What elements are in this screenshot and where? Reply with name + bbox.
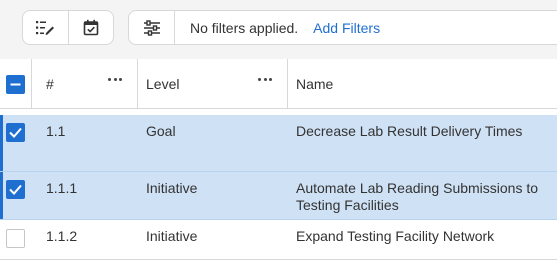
view-button-group [22,10,114,45]
row-checkbox[interactable] [6,180,25,199]
checkmark-icon [9,127,22,138]
column-header-level: Level [146,76,180,92]
table-row[interactable]: 1.1.2 Initiative Expand Testing Facility… [0,220,557,260]
row-name[interactable]: Automate Lab Reading Submissions to [296,180,538,197]
data-table: # Level Name 1.1 Goal Decrease Lab Resul… [0,59,557,260]
filter-button[interactable] [129,11,175,44]
row-name[interactable]: Decrease Lab Result Delivery Times [296,123,522,140]
row-name-continued[interactable]: Testing Facilities [296,197,399,214]
table-header: # Level Name [0,59,557,109]
table-row[interactable]: 1.1 Goal Decrease Lab Result Delivery Ti… [0,115,557,172]
number-column-menu-icon[interactable] [108,78,122,82]
indeterminate-icon [10,83,21,86]
column-divider[interactable] [287,59,288,109]
edit-list-button[interactable] [23,11,68,44]
row-checkbox[interactable] [6,123,25,142]
row-level: Initiative [146,228,198,244]
row-checkbox[interactable] [6,229,25,248]
filter-status-text: No filters applied. [190,19,299,36]
edit-list-icon [36,20,55,35]
row-level: Initiative [146,180,198,196]
row-number: 1.1.2 [46,228,78,244]
row-name[interactable]: Expand Testing Facility Network [296,228,494,245]
toolbar: No filters applied. Add Filters [0,0,557,59]
checkmark-icon [9,184,22,195]
row-level: Goal [146,123,176,139]
filter-sliders-icon [143,19,160,36]
row-number: 1.1.1 [46,180,78,196]
filter-bar: No filters applied. Add Filters [128,10,557,45]
add-filters-link[interactable]: Add Filters [313,20,380,36]
table-row[interactable]: 1.1.1 Initiative Automate Lab Reading Su… [0,172,557,220]
row-number: 1.1 [46,123,66,139]
calendar-check-icon [83,19,99,36]
level-column-menu-icon[interactable] [258,78,272,82]
selection-indicator [0,115,3,171]
column-header-number: # [46,76,54,92]
column-divider[interactable] [137,59,138,109]
column-divider [31,59,32,109]
calendar-button[interactable] [67,11,113,44]
select-all-checkbox[interactable] [6,75,25,94]
column-header-name: Name [296,76,334,92]
selection-indicator [0,172,3,219]
